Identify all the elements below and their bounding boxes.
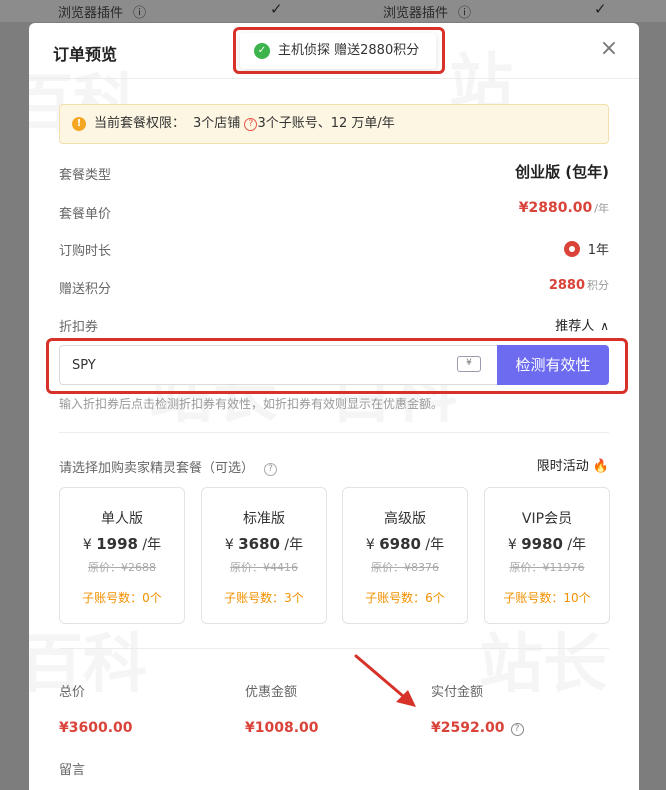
duration-value: 1年 — [587, 243, 609, 258]
check-validity-button[interactable]: 检测有效性 — [497, 345, 609, 385]
package-name: 单人版 — [101, 511, 143, 527]
currency: ¥ — [82, 537, 92, 553]
notice-accounts: 3个子账号、12 万单/年 — [257, 116, 395, 131]
coupon-row: 折扣券 推荐人 ∧ — [59, 313, 609, 335]
package-subaccounts: 子账号数：6个 — [365, 591, 445, 605]
notice-label: 当前套餐权限： — [94, 116, 186, 131]
check-circle-icon: ✓ — [254, 43, 270, 59]
discount-label: 优惠金额 — [245, 685, 298, 700]
annotation-arrow — [354, 654, 416, 707]
package-subaccounts: 子账号数：10个 — [503, 591, 591, 605]
ticket-icon: ¥ — [457, 356, 481, 372]
package-name: 标准版 — [243, 511, 285, 527]
package-price-value: 1998 — [96, 535, 138, 553]
coupon-input[interactable] — [59, 345, 497, 385]
per-year: /年 — [425, 537, 445, 553]
close-icon[interactable]: × — [597, 37, 621, 61]
total-price-value: ¥3600.00 — [59, 720, 133, 736]
points-row: 赠送积分 2880 积分 — [59, 275, 609, 297]
points: 2880 积分 — [549, 277, 609, 293]
bg-check-icon: ✓ — [594, 0, 607, 18]
coupon-label: 折扣券 — [59, 320, 99, 335]
paid-amount: ¥2592.00? — [431, 720, 524, 736]
recommender-toggle[interactable]: 推荐人 ∧ — [555, 315, 609, 334]
plan-permission-notice: ! 当前套餐权限： 3个店铺 ? 3个子账号、12 万单/年 — [59, 104, 609, 144]
unit-price-unit: /年 — [594, 202, 609, 215]
package-price-value: 3680 — [238, 535, 280, 553]
order-preview-modal: 站 百科 站长 百科 百科 站长 订单预览 × ! 当前套餐权限：3个店铺 ?3… — [29, 23, 639, 790]
points-label: 赠送积分 — [59, 282, 112, 297]
per-year: /年 — [142, 537, 162, 553]
package-name: VIP会员 — [521, 511, 573, 527]
addon-title: 请选择加购卖家精灵套餐（可选）? — [59, 457, 278, 476]
addon-title-text: 请选择加购卖家精灵套餐（可选） — [59, 461, 255, 476]
bg-plugin-label: 浏览器插件 — [383, 6, 449, 21]
total-price-label: 总价 — [59, 685, 86, 700]
package-original-price: 原价：¥2688 — [88, 561, 156, 574]
package-card-advanced[interactable]: 高级版 ¥ 6980 /年 原价：¥8376 子账号数：6个 — [342, 487, 468, 624]
package-price: ¥ 3680 /年 — [202, 534, 326, 554]
per-year: /年 — [284, 537, 304, 553]
package-price: ¥ 9980 /年 — [485, 534, 609, 554]
chevron-up-icon: ∧ — [600, 319, 609, 333]
watermark: 站长 — [479, 628, 607, 702]
modal-title: 订单预览 — [53, 45, 118, 64]
duration-option[interactable]: 1年 — [563, 239, 609, 258]
background-page: 浏览器插件 ⓘ ✓ 浏览器插件 ⓘ ✓ — [0, 0, 666, 22]
question-icon[interactable]: ? — [244, 118, 258, 131]
fire-icon: 🔥 — [592, 459, 609, 474]
recommender-label: 推荐人 — [555, 319, 595, 334]
package-card-vip[interactable]: VIP会员 ¥ 9980 /年 原价：¥11976 子账号数：10个 — [484, 487, 610, 624]
notice-shops: 3个店铺 — [193, 116, 241, 131]
limited-offer: 限时活动 🔥 — [537, 455, 609, 474]
currency: ¥ — [365, 537, 375, 553]
coupon-hint: 输入折扣券后点击检测折扣券有效性，如折扣券有效则显示在优惠金额。 — [59, 397, 444, 411]
duration-row: 订购时长 1年 — [59, 237, 609, 259]
help-icon[interactable]: ? — [264, 463, 278, 476]
currency: ¥ — [224, 537, 234, 553]
bg-help-icon: ⓘ — [458, 6, 472, 21]
paid-amount-label: 实付金额 — [431, 685, 484, 700]
package-price-value: 9980 — [521, 535, 563, 553]
radio-selected-icon[interactable] — [563, 241, 580, 257]
limited-offer-label: 限时活动 — [536, 459, 589, 474]
watermark: 百科 — [29, 628, 147, 702]
package-price: ¥ 1998 /年 — [60, 534, 184, 554]
points-unit: 积分 — [587, 279, 609, 292]
per-year: /年 — [567, 537, 587, 553]
package-card-standard[interactable]: 标准版 ¥ 3680 /年 原价：¥4416 子账号数：3个 — [201, 487, 327, 624]
duration-label: 订购时长 — [59, 244, 112, 259]
unit-price-row: 套餐单价 ¥2880.00/年 — [59, 200, 609, 222]
unit-price-label: 套餐单价 — [59, 207, 112, 222]
package-subaccounts: 子账号数：3个 — [224, 591, 304, 605]
discount-value: ¥1008.00 — [245, 720, 319, 736]
package-name: 高级版 — [384, 511, 426, 527]
divider — [59, 432, 609, 433]
plan-type-value: 创业版 (包年) — [515, 163, 609, 181]
bg-help-icon: ⓘ — [133, 6, 147, 21]
coupon-input-group: ¥ 检测有效性 — [59, 345, 609, 385]
unit-price-value: ¥2880.00 — [518, 200, 593, 216]
toast-message: 主机侦探 赠送2880积分 — [278, 43, 420, 58]
bg-check-icon: ✓ — [270, 0, 283, 18]
warning-icon: ! — [72, 117, 86, 131]
currency: ¥ — [507, 537, 517, 553]
note-label: 留言 — [59, 763, 86, 778]
help-icon[interactable]: ? — [510, 723, 524, 736]
success-toast: ✓ 主机侦探 赠送2880积分 — [240, 33, 436, 69]
points-value: 2880 — [548, 278, 585, 293]
package-original-price: 原价：¥4416 — [230, 561, 298, 574]
plan-type-row: 套餐类型 创业版 (包年) — [59, 161, 609, 183]
package-price: ¥ 6980 /年 — [343, 534, 467, 554]
package-original-price: 原价：¥8376 — [371, 561, 439, 574]
bg-plugin-label: 浏览器插件 — [58, 6, 124, 21]
package-price-value: 6980 — [379, 535, 421, 553]
unit-price: ¥2880.00/年 — [519, 200, 609, 216]
package-card-single[interactable]: 单人版 ¥ 1998 /年 原价：¥2688 子账号数：0个 — [59, 487, 185, 624]
paid-amount-value: ¥2592.00 — [431, 720, 505, 736]
divider — [59, 648, 609, 649]
plan-type-label: 套餐类型 — [59, 168, 112, 183]
package-original-price: 原价：¥11976 — [509, 561, 585, 574]
package-subaccounts: 子账号数：0个 — [82, 591, 162, 605]
